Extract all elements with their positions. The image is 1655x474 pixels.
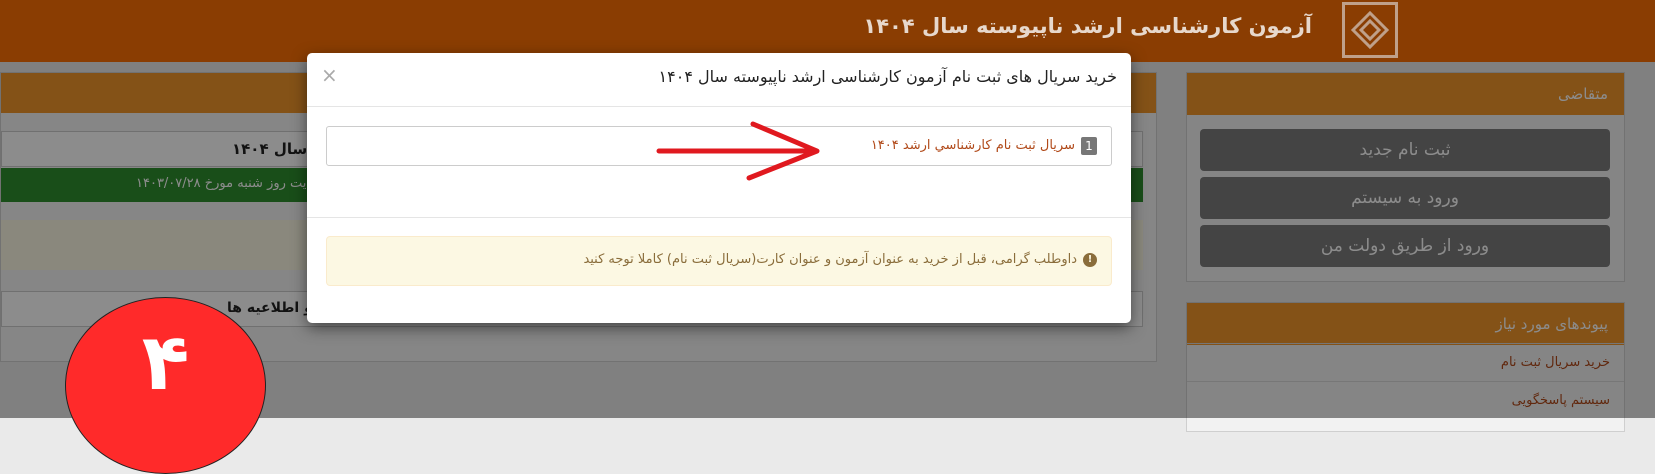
- close-icon[interactable]: ×: [321, 63, 338, 87]
- logo-icon[interactable]: [1342, 2, 1398, 58]
- warning-text: داوطلب گرامی، قبل از خرید به عنوان آزمون…: [583, 252, 1077, 267]
- step-number: ۴: [141, 318, 190, 408]
- modal-title: خرید سریال های ثبت نام آزمون کارشناسی ار…: [658, 67, 1117, 86]
- divider: [307, 106, 1131, 107]
- serial-index-badge: 1: [1081, 137, 1097, 155]
- serial-link[interactable]: سریال ثبت نام کارشناسي ارشد ۱۴۰۴: [871, 138, 1075, 153]
- exclamation-icon: !: [1083, 253, 1097, 267]
- divider: [307, 217, 1131, 218]
- warning-alert: ! داوطلب گرامی، قبل از خرید به عنوان آزم…: [326, 236, 1112, 286]
- step-number-badge: ۴: [65, 297, 266, 474]
- arrow-icon: [656, 121, 820, 181]
- site-title: آزمون کارشناسی ارشد ناپیوسته سال ۱۴۰۴: [863, 14, 1312, 38]
- serial-purchase-modal: × خرید سریال های ثبت نام آزمون کارشناسی …: [307, 53, 1131, 323]
